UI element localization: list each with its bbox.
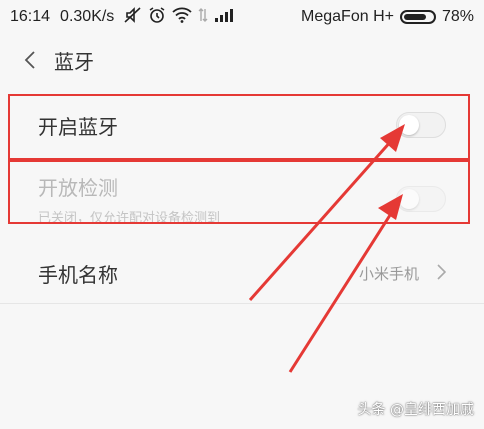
network-speed: 0.30K/s — [60, 8, 115, 25]
discoverable-row[interactable]: 开放检测 已关闭，仅允许配对设备检测到 — [0, 168, 484, 230]
wifi-icon — [172, 7, 192, 27]
page-header: 蓝牙 — [0, 40, 484, 80]
chevron-right-icon — [437, 263, 447, 284]
status-time: 16:14 — [10, 8, 51, 25]
battery-percent: 78% — [441, 8, 474, 25]
status-bar: 16:14 0.30K/s MegaFon H+ 78% — [0, 0, 484, 34]
back-icon[interactable] — [20, 48, 40, 72]
discoverable-toggle[interactable] — [396, 186, 446, 212]
signal-icon — [214, 7, 234, 27]
device-name-row[interactable]: 手机名称 小米手机 — [0, 244, 484, 304]
data-arrows-icon — [198, 7, 208, 27]
battery-icon — [399, 10, 436, 24]
device-name-value: 小米手机 — [358, 265, 419, 283]
bluetooth-toggle[interactable] — [396, 112, 446, 138]
device-name-label: 手机名称 — [38, 263, 118, 287]
bluetooth-label: 开启蓝牙 — [38, 114, 118, 139]
watermark: 头条 @皇绯西加戚 — [357, 402, 474, 418]
bluetooth-row[interactable]: 开启蓝牙 — [0, 98, 484, 152]
mute-icon — [124, 7, 142, 27]
page-title: 蓝牙 — [54, 49, 94, 74]
carrier-name: MegaFon H+ — [301, 8, 394, 25]
discoverable-label: 开放检测 — [38, 176, 118, 200]
alarm-icon — [148, 6, 166, 28]
discoverable-sublabel: 已关闭，仅允许配对设备检测到 — [38, 211, 221, 226]
